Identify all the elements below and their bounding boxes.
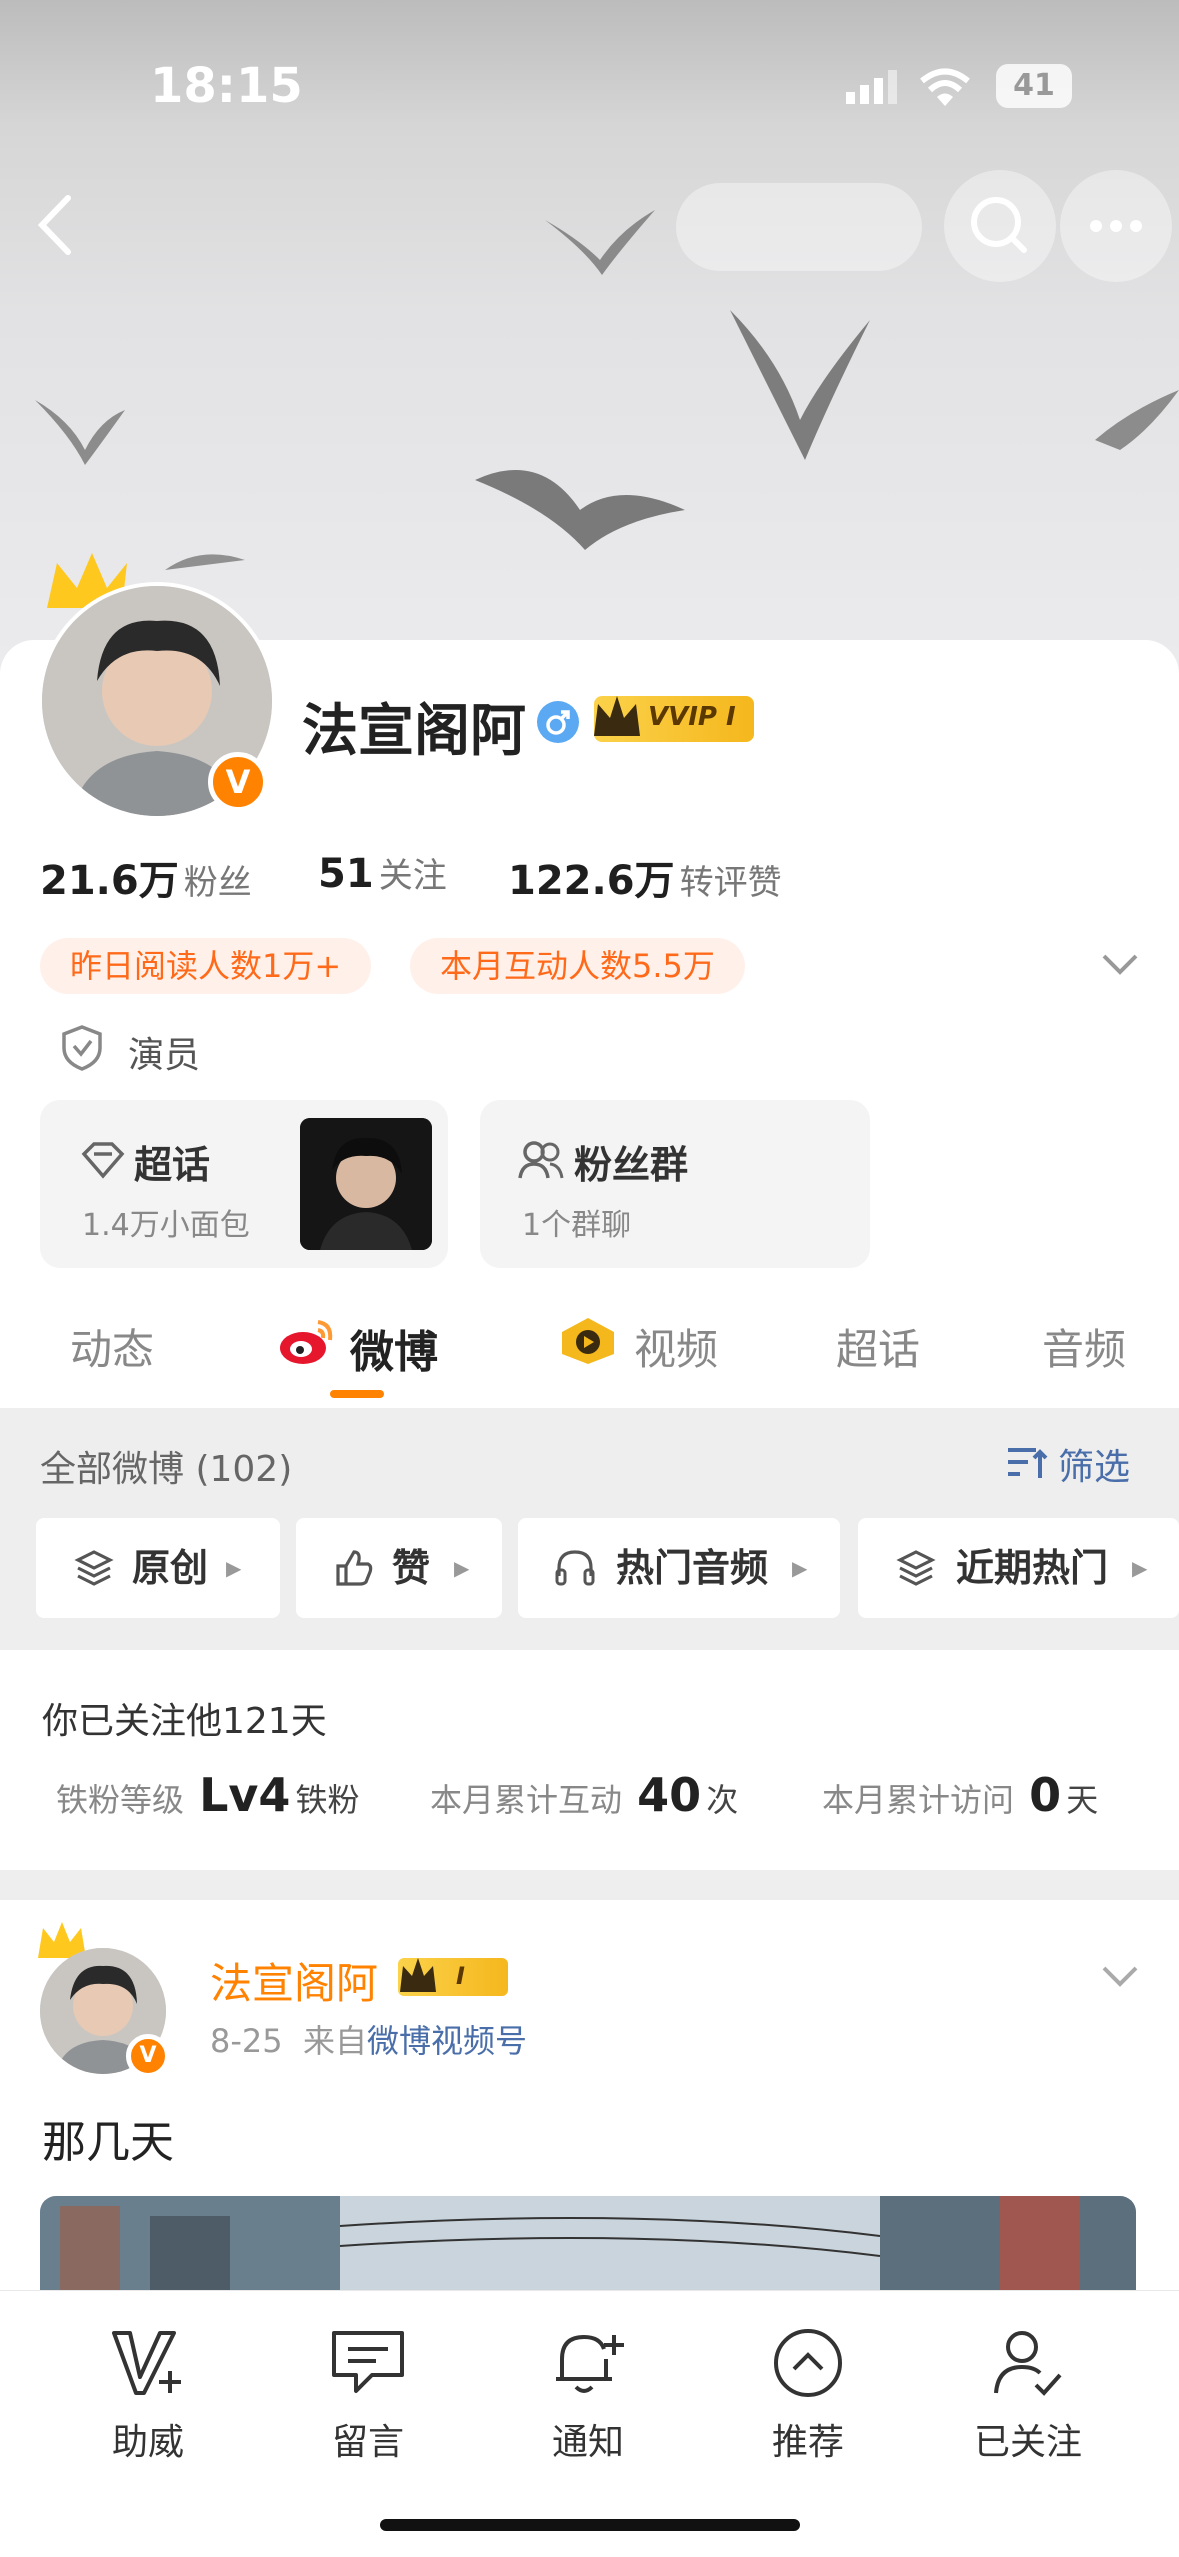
- tab-audio[interactable]: 音频: [1042, 1316, 1126, 1377]
- seagull-image: [165, 554, 245, 570]
- back-icon[interactable]: [30, 190, 80, 264]
- seagull-image: [545, 210, 655, 275]
- monthly-interactions: 本月累计互动 40 次: [430, 1768, 739, 1822]
- stat-following[interactable]: 51 关注: [318, 848, 447, 897]
- chip-hot-audio[interactable]: 热门音频 ▶: [518, 1518, 840, 1618]
- post-source-link[interactable]: 微博视频号: [367, 2022, 527, 2060]
- chip-original[interactable]: 原创 ▶: [36, 1518, 280, 1618]
- chip-likes[interactable]: 赞 ▶: [296, 1518, 502, 1618]
- stat-reposts-likes[interactable]: 122.6万 转评赞: [508, 848, 782, 906]
- post-meta: 8-25 来自微博视频号: [210, 2022, 527, 2060]
- supertopic-thumbnail: [300, 1118, 432, 1250]
- pill-monthly-interactions[interactable]: 本月互动人数5.5万: [410, 938, 745, 994]
- supertopic-title: 超话: [134, 1143, 211, 1187]
- nav-cheer[interactable]: 助威: [48, 2327, 248, 2465]
- crown-icon: [594, 696, 640, 736]
- seagull-image: [1095, 390, 1179, 450]
- verified-badge-icon: V: [208, 752, 268, 812]
- filter-area: 全部微博 (102) 筛选 原创 ▶ 赞 ▶ 热门音频 ▶ 近期热门 ▶: [0, 1408, 1179, 1650]
- search-icon: [971, 197, 1027, 253]
- thumbs-up-icon: [336, 1550, 373, 1586]
- signal-icon: [846, 70, 902, 110]
- supertopic-card[interactable]: 超话 1.4万小面包: [40, 1100, 448, 1268]
- weibo-logo-icon: [280, 1320, 333, 1364]
- bottom-nav: 助威 留言 通知 推荐 已关注: [0, 2290, 1179, 2557]
- monthly-visits: 本月累计访问 0 天: [822, 1768, 1099, 1822]
- seagull-image: [730, 310, 870, 460]
- fan-info-card: 你已关注他121天 铁粉等级 Lv4 铁粉 本月累计互动 40 次 本月累计访问…: [0, 1650, 1179, 1870]
- wifi-icon: [920, 68, 970, 112]
- more-icon: [1090, 220, 1142, 232]
- nav-notify[interactable]: 通知: [488, 2327, 688, 2465]
- follow-days-text: 你已关注他121天: [42, 1701, 327, 1742]
- search-button[interactable]: [944, 170, 1056, 282]
- fan-group-title: 粉丝群: [574, 1143, 689, 1187]
- tag-label: 演员: [128, 1035, 201, 1076]
- fan-level: 铁粉等级 Lv4 铁粉: [56, 1768, 360, 1822]
- header-pill-button[interactable]: [676, 183, 922, 271]
- shield-icon: [62, 1025, 102, 1071]
- tab-activity[interactable]: 动态: [70, 1316, 154, 1377]
- status-time: 18:15: [150, 58, 303, 114]
- stat-fans[interactable]: 21.6万 粉丝: [40, 848, 252, 906]
- video-badge-icon: [562, 1318, 614, 1364]
- filter-button[interactable]: 筛选: [1006, 1436, 1146, 1492]
- verified-badge-icon: V: [126, 2034, 170, 2078]
- battery-icon: 41: [996, 64, 1072, 108]
- crown-icon: [400, 1958, 436, 1992]
- cheer-icon: [112, 2331, 181, 2395]
- post-vip-badge: I: [398, 1958, 508, 1996]
- profile-name: 法宣阁阿: [302, 699, 526, 764]
- seagull-image: [475, 470, 685, 550]
- nav-followed[interactable]: 已关注: [928, 2327, 1128, 2465]
- recommend-icon: [774, 2329, 842, 2397]
- fan-group-sub: 1个群聊: [522, 1208, 632, 1243]
- chip-recent-hot[interactable]: 近期热门 ▶: [858, 1518, 1179, 1618]
- diamond-icon: [81, 1142, 125, 1179]
- tab-supertopic[interactable]: 超话: [836, 1316, 920, 1377]
- all-posts-count: 全部微博 (102): [40, 1449, 293, 1490]
- section-divider: [0, 1870, 1179, 1900]
- vip-badge: VVIP I: [594, 696, 754, 742]
- supertopic-sub: 1.4万小面包: [82, 1208, 250, 1243]
- post-text: 那几天: [42, 2117, 174, 2168]
- pill-yesterday-reads[interactable]: 昨日阅读人数1万+: [40, 938, 372, 994]
- nav-recommend[interactable]: 推荐: [708, 2327, 908, 2465]
- group-icon: [518, 1141, 564, 1179]
- tab-video[interactable]: 视频: [558, 1312, 758, 1382]
- more-button[interactable]: [1060, 170, 1172, 282]
- home-indicator: [380, 2519, 800, 2531]
- chevron-down-icon[interactable]: [1100, 950, 1140, 980]
- tab-weibo[interactable]: 微博: [278, 1312, 498, 1382]
- post-card: V 法宣阁阿 I 8-25 来自微博视频号 那几天: [0, 1900, 1179, 2290]
- post-author-name[interactable]: 法宣阁阿: [210, 1950, 378, 2011]
- tab-active-indicator: [330, 1390, 384, 1398]
- followed-user-icon: [994, 2331, 1062, 2396]
- filter-icon: [1008, 1448, 1048, 1478]
- bell-plus-icon: [556, 2334, 624, 2393]
- layers-icon: [74, 1550, 114, 1586]
- chevron-down-icon[interactable]: [1100, 1962, 1140, 1992]
- headphones-icon: [555, 1550, 595, 1586]
- fan-group-card[interactable]: 粉丝群 1个群聊: [480, 1100, 870, 1268]
- male-icon: [537, 701, 579, 743]
- seagull-image: [35, 400, 125, 465]
- layers-icon: [896, 1550, 936, 1586]
- post-video-thumbnail[interactable]: [40, 2196, 1136, 2290]
- nav-message[interactable]: 留言: [268, 2327, 468, 2465]
- message-icon: [332, 2331, 404, 2393]
